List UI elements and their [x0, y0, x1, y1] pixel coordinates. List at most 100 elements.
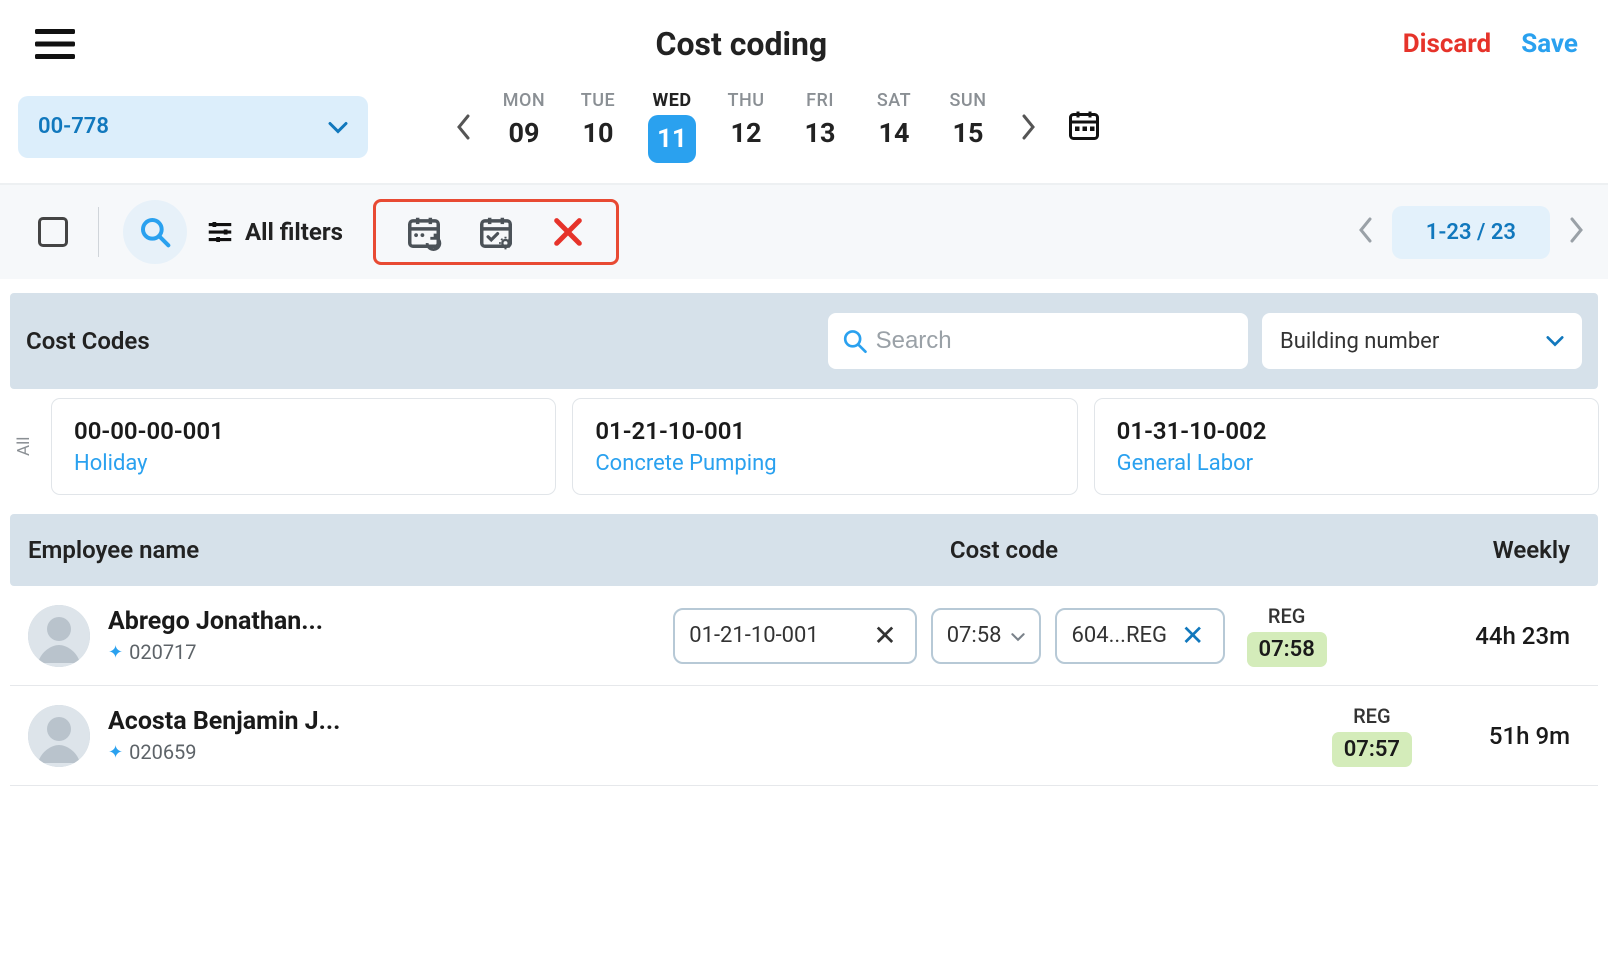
pager: 1-23 / 23: [1358, 206, 1584, 259]
day[interactable]: MON 09: [492, 90, 556, 163]
reg-label: REG: [1268, 604, 1306, 628]
day-number: 14: [862, 117, 926, 149]
day[interactable]: FRI 13: [788, 90, 852, 163]
day-label: SAT: [862, 90, 926, 111]
employee-cell: Abrego Jonathan... ✦020717: [28, 605, 588, 667]
chevron-down-icon: [328, 114, 348, 139]
cost-code-search[interactable]: [828, 313, 1248, 369]
avatar: [28, 705, 90, 767]
calendar-button[interactable]: [1066, 107, 1102, 147]
all-tab[interactable]: All: [10, 399, 38, 494]
chip-label: General Labor: [1117, 451, 1576, 476]
subheader: 00-778 MON 09 TUE 10 WED 11 THU 12 FRI 13 SAT 14 SUN…: [0, 80, 1608, 185]
allocation-selector[interactable]: 604...REG✕: [1055, 608, 1224, 664]
cost-code-chip[interactable]: 01-31-10-002 General Labor: [1095, 399, 1598, 494]
close-icon: [551, 215, 585, 249]
toolbar: All filters: [0, 185, 1608, 279]
calendar-settings-button[interactable]: [476, 212, 516, 252]
day-label: MON: [492, 90, 556, 111]
time-selector[interactable]: 07:58: [931, 608, 1042, 664]
day-label: THU: [714, 90, 778, 111]
reg-time-badge: 07:58: [1247, 632, 1327, 667]
prev-page-button[interactable]: [1358, 217, 1374, 247]
menu-button[interactable]: [30, 24, 80, 64]
calendar-icon: [1066, 107, 1102, 143]
avatar: [28, 605, 90, 667]
table-row: Abrego Jonathan... ✦020717 01-21-10-001✕ 07…: [10, 586, 1598, 686]
reg-label: REG: [1353, 704, 1391, 728]
table-row: Acosta Benjamin J...✦020659REG07:5751h 9…: [10, 686, 1598, 786]
cost-code-sort-dropdown[interactable]: Building number: [1262, 313, 1582, 369]
hamburger-icon: [35, 29, 75, 59]
chevron-down-icon: [1546, 335, 1564, 347]
clear-icon[interactable]: ✕: [1177, 619, 1208, 652]
cost-code-search-input[interactable]: [876, 327, 1234, 355]
cost-code-chip[interactable]: 00-00-00-001 Holiday: [52, 399, 555, 494]
reg-badge-wrap: REG 07:57: [1324, 704, 1420, 767]
next-week-button[interactable]: [1010, 109, 1046, 145]
cost-code-chip[interactable]: 01-21-10-001 Concrete Pumping: [573, 399, 1076, 494]
cost-code-cell: 01-21-10-001✕07:58604...REG✕REG07:58: [588, 604, 1420, 667]
day[interactable]: WED 11: [640, 90, 704, 163]
day-label: TUE: [566, 90, 630, 111]
pager-range[interactable]: 1-23 / 23: [1392, 206, 1550, 259]
search-icon: [139, 216, 171, 248]
search-button[interactable]: [123, 200, 187, 264]
calendar-refresh-icon: [405, 213, 443, 251]
save-button[interactable]: Save: [1521, 29, 1578, 59]
filters-label: All filters: [245, 218, 343, 246]
calendar-refresh-button[interactable]: [404, 212, 444, 252]
prev-week-button[interactable]: [446, 109, 482, 145]
discard-button[interactable]: Discard: [1403, 29, 1492, 59]
day-number: 10: [566, 117, 630, 149]
cost-code-selector[interactable]: 01-21-10-001✕: [673, 608, 916, 664]
employee-name: Abrego Jonathan...: [108, 607, 323, 636]
next-page-button[interactable]: [1568, 217, 1584, 247]
reg-badge-wrap: REG 07:58: [1239, 604, 1335, 667]
select-all-checkbox[interactable]: [38, 217, 68, 247]
employee-cell: Acosta Benjamin J... ✦020659: [28, 705, 588, 767]
employee-id: ✦020717: [108, 640, 323, 664]
chip-label: Concrete Pumping: [595, 451, 1054, 476]
day-number: 09: [492, 117, 556, 149]
day[interactable]: THU 12: [714, 90, 778, 163]
weekly-hours: 44h 23m: [1420, 622, 1580, 650]
star-icon: ✦: [108, 642, 123, 663]
day-label: WED: [640, 90, 704, 111]
day-number: 13: [788, 117, 852, 149]
chip-label: Holiday: [74, 451, 533, 476]
chip-code: 01-21-10-001: [595, 417, 1054, 445]
col-employee: Employee name: [28, 536, 588, 564]
col-cost-code: Cost code: [588, 536, 1420, 564]
sliders-icon: [205, 217, 235, 247]
cost-codes-row: All 00-00-00-001 Holiday 01-21-10-001 Concr…: [10, 399, 1598, 494]
reg-time-badge: 07:57: [1332, 732, 1412, 767]
project-dropdown[interactable]: 00-778: [18, 96, 368, 158]
chip-code: 01-31-10-002: [1117, 417, 1576, 445]
clear-date-button[interactable]: [548, 212, 588, 252]
search-icon: [842, 327, 868, 355]
table-header: Employee name Cost code Weekly: [10, 514, 1598, 586]
cost-codes-title: Cost Codes: [26, 327, 150, 355]
project-code: 00-778: [38, 114, 109, 139]
day[interactable]: SAT 14: [862, 90, 926, 163]
day-number: 15: [936, 117, 1000, 149]
calendar-gear-icon: [477, 213, 515, 251]
header: Cost coding Discard Save: [0, 0, 1608, 80]
chip-code: 00-00-00-001: [74, 417, 533, 445]
day-number: 12: [714, 117, 778, 149]
all-filters-button[interactable]: All filters: [205, 217, 343, 247]
page-title: Cost coding: [656, 25, 828, 63]
employee-name: Acosta Benjamin J...: [108, 707, 340, 736]
clear-icon[interactable]: ✕: [869, 619, 900, 652]
day-label: FRI: [788, 90, 852, 111]
col-weekly: Weekly: [1420, 536, 1580, 564]
day[interactable]: TUE 10: [566, 90, 630, 163]
cost-code-cell: REG 07:57: [588, 704, 1420, 767]
day[interactable]: SUN15: [936, 90, 1000, 163]
day-number: 11: [648, 115, 696, 163]
week-navigator: MON 09 TUE 10 WED 11 THU 12 FRI 13 SAT 14 SUN15: [386, 90, 1102, 163]
date-actions-group: [373, 199, 619, 265]
chevron-down-icon: [1011, 623, 1025, 648]
employee-id: ✦020659: [108, 740, 340, 764]
